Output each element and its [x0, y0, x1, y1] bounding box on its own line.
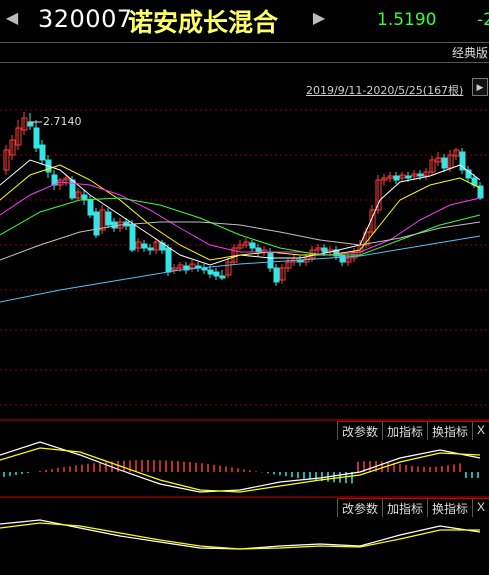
switch-indicator-button[interactable]: 换指标	[426, 499, 472, 517]
candle-body	[147, 247, 154, 251]
candle-body	[219, 275, 226, 279]
candle-body	[129, 224, 136, 251]
candle-body	[111, 221, 118, 229]
candle-body	[141, 243, 148, 249]
range-expand-button[interactable]: ▶	[472, 78, 488, 96]
candle-body	[105, 211, 112, 226]
close-panel-button[interactable]: X	[471, 499, 489, 517]
second-panel-toolbar: 改参数 加指标 换指标 X	[336, 498, 489, 517]
candle-body	[267, 251, 274, 269]
candle-body	[321, 247, 328, 253]
candle-body	[213, 271, 220, 277]
add-indicator-button[interactable]: 加指标	[381, 422, 427, 440]
candle-body	[393, 175, 400, 181]
max-price-label: 2.7140	[43, 115, 82, 128]
close-panel-button[interactable]: X	[471, 422, 489, 440]
date-range-link[interactable]: 2019/9/11-2020/5/25(167根)	[306, 82, 463, 98]
candle-body	[255, 247, 262, 253]
candle-body	[33, 127, 40, 149]
candle-body	[273, 267, 280, 283]
macd-dif-line	[0, 441, 481, 493]
candle-body	[165, 247, 172, 273]
candle-body	[27, 121, 34, 127]
candle-body	[201, 267, 208, 271]
indicator-line-1	[0, 519, 481, 550]
candle-body	[249, 242, 256, 249]
edit-params-button[interactable]: 改参数	[336, 422, 382, 440]
candle-body	[405, 175, 412, 179]
candle-body	[39, 144, 46, 161]
candle-body	[207, 269, 214, 275]
add-indicator-button[interactable]: 加指标	[381, 499, 427, 517]
candle-body	[87, 199, 94, 216]
candle-body	[417, 173, 424, 177]
candle-body	[93, 211, 100, 236]
macd-panel-toolbar: 改参数 加指标 换指标 X	[336, 421, 489, 440]
switch-indicator-button[interactable]: 换指标	[426, 422, 472, 440]
edit-params-button[interactable]: 改参数	[336, 499, 382, 517]
macd-dea-line	[0, 447, 481, 493]
candle-body	[441, 157, 448, 169]
